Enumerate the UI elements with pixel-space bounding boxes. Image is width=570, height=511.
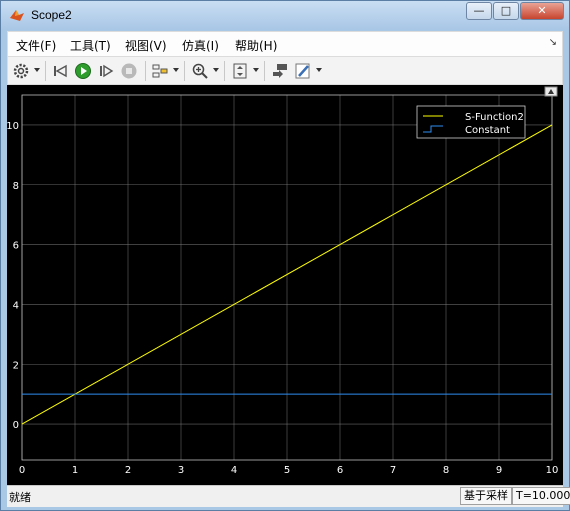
minimize-button[interactable]: — (466, 2, 492, 20)
dock-arrow-icon[interactable]: ↘ (549, 37, 557, 48)
step-back-icon[interactable] (51, 62, 69, 80)
status-text: 就绪 (9, 491, 31, 504)
y-tick-label: 0 (13, 420, 19, 431)
matlab-app-icon (10, 10, 24, 21)
time-indicator: T=10.000 (512, 487, 570, 505)
highlight-block-icon[interactable] (271, 62, 289, 80)
scope-display[interactable]: 0 1 2 3 4 5 6 7 8 9 10 0 2 4 6 8 10 S-Function2 Constant (6, 85, 563, 485)
y-tick-label: 8 (13, 181, 19, 192)
edit-icon[interactable] (294, 62, 312, 80)
toolbar-separator (145, 61, 146, 81)
close-icon: ✕ (537, 4, 547, 17)
maximize-button[interactable]: □ (493, 2, 519, 20)
menu-bar: 文件(F) 工具(T) 视图(V) 仿真(I) 帮助(H) ↘ (7, 31, 563, 57)
x-tick-label: 6 (337, 465, 343, 476)
toolbar-separator (184, 61, 185, 81)
title-bar[interactable]: Scope2 — □ ✕ (1, 1, 569, 30)
stop-icon[interactable] (120, 62, 138, 80)
x-tick-label: 9 (496, 465, 502, 476)
menu-view[interactable]: 视图(V) (125, 37, 167, 54)
x-tick-label: 3 (178, 465, 184, 476)
sample-mode-indicator: 基于采样 (460, 487, 512, 505)
gear-icon[interactable] (12, 62, 30, 80)
zoom-icon[interactable] (191, 62, 209, 80)
layout-dropdown-icon[interactable] (173, 68, 179, 72)
close-button[interactable]: ✕ (520, 2, 564, 20)
toolbar-separator (45, 61, 46, 81)
scale-dropdown-icon[interactable] (253, 68, 259, 72)
legend-label: S-Function2 (465, 112, 524, 123)
y-tick-label: 6 (13, 241, 19, 252)
toolbar-separator (224, 61, 225, 81)
scale-axes-icon[interactable] (231, 62, 249, 80)
menu-tools[interactable]: 工具(T) (70, 37, 111, 54)
zoom-dropdown-icon[interactable] (213, 68, 219, 72)
scope-chart[interactable]: 0 1 2 3 4 5 6 7 8 9 10 0 2 4 6 8 10 S-Function2 Constant (6, 85, 563, 485)
step-forward-icon[interactable] (97, 62, 115, 80)
run-icon[interactable] (74, 62, 92, 80)
legend-label: Constant (465, 125, 510, 136)
x-tick-label: 5 (284, 465, 290, 476)
status-bar: 就绪 基于采样 T=10.000 (7, 485, 570, 507)
menu-file[interactable]: 文件(F) (16, 37, 56, 54)
x-tick-label: 7 (390, 465, 396, 476)
edit-dropdown-icon[interactable] (316, 68, 322, 72)
y-tick-label: 4 (13, 300, 19, 311)
minimize-icon: — (473, 4, 485, 17)
scope-window: Scope2 — □ ✕ 文件(F) 工具(T) 视图(V) 仿真(I) 帮助(… (0, 0, 570, 511)
menu-simulation[interactable]: 仿真(I) (182, 37, 219, 54)
x-tick-label: 4 (231, 465, 237, 476)
toolbar (7, 57, 563, 85)
window-title: Scope2 (31, 8, 72, 22)
x-tick-label: 1 (72, 465, 78, 476)
x-tick-label: 0 (19, 465, 25, 476)
y-tick-label: 10 (7, 121, 19, 132)
gear-dropdown-icon[interactable] (34, 68, 40, 72)
x-tick-label: 8 (443, 465, 449, 476)
x-tick-label: 10 (546, 465, 559, 476)
menu-help[interactable]: 帮助(H) (235, 37, 277, 54)
x-tick-label: 2 (125, 465, 131, 476)
layout-icon[interactable] (151, 62, 169, 80)
toolbar-separator (264, 61, 265, 81)
maximize-icon: □ (500, 4, 512, 17)
y-tick-label: 2 (13, 360, 19, 371)
